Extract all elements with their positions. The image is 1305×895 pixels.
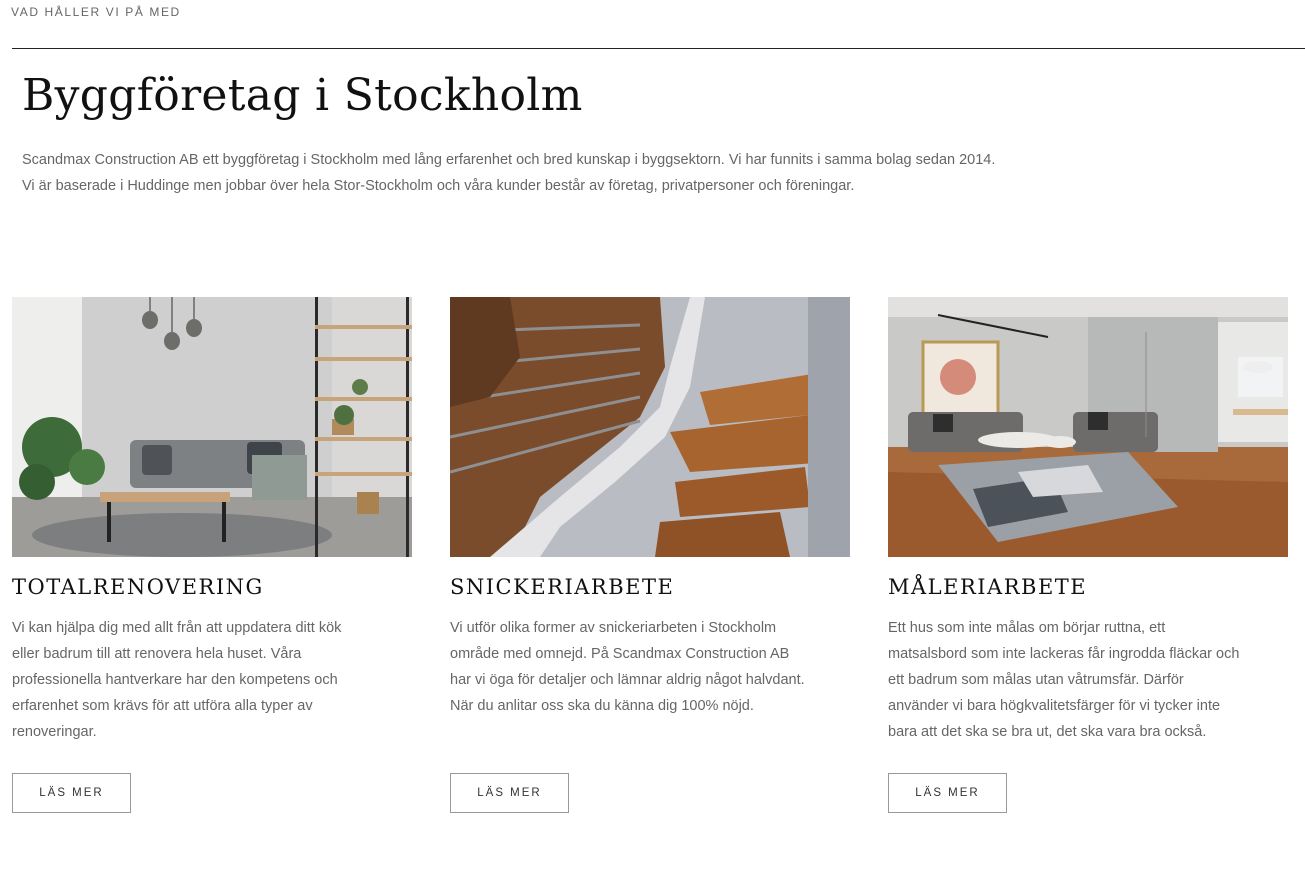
service-card-maleriarbete: MÅLERIARBETE Ett hus som inte målas om b… <box>888 297 1288 813</box>
intro-text: Scandmax Construction AB ett byggföretag… <box>22 147 1122 199</box>
intro-paragraph: Scandmax Construction AB ett byggföretag… <box>22 152 996 168</box>
interior-room-photo <box>888 297 1288 557</box>
card-text: Ett hus som inte målas om börjar ruttna,… <box>888 620 1240 740</box>
card-text: Vi kan hjälpa dig med allt från att uppd… <box>12 620 342 740</box>
service-card-totalrenovering: TOTALRENOVERING Vi kan hjälpa dig med al… <box>12 297 412 813</box>
card-text: Vi utför olika former av snickeriarbeten… <box>450 620 805 714</box>
wooden-staircase-photo <box>450 297 850 557</box>
card-title: MÅLERIARBETE <box>888 575 1088 599</box>
service-card-snickeriarbete: SNICKERIARBETE Vi utför olika former av … <box>450 297 850 813</box>
page-title: Byggföretag i Stockholm <box>22 70 583 121</box>
card-title: SNICKERIARBETE <box>450 575 675 599</box>
divider <box>12 48 1305 49</box>
read-more-button[interactable]: LÄS MER <box>450 773 569 813</box>
section-eyebrow: VAD HÅLLER VI PÅ MED <box>11 5 181 19</box>
card-title: TOTALRENOVERING <box>12 575 264 599</box>
read-more-button[interactable]: LÄS MER <box>12 773 131 813</box>
intro-paragraph: Vi är baserade i Huddinge men jobbar öve… <box>22 178 855 194</box>
living-room-photo <box>12 297 412 557</box>
read-more-button[interactable]: LÄS MER <box>888 773 1007 813</box>
